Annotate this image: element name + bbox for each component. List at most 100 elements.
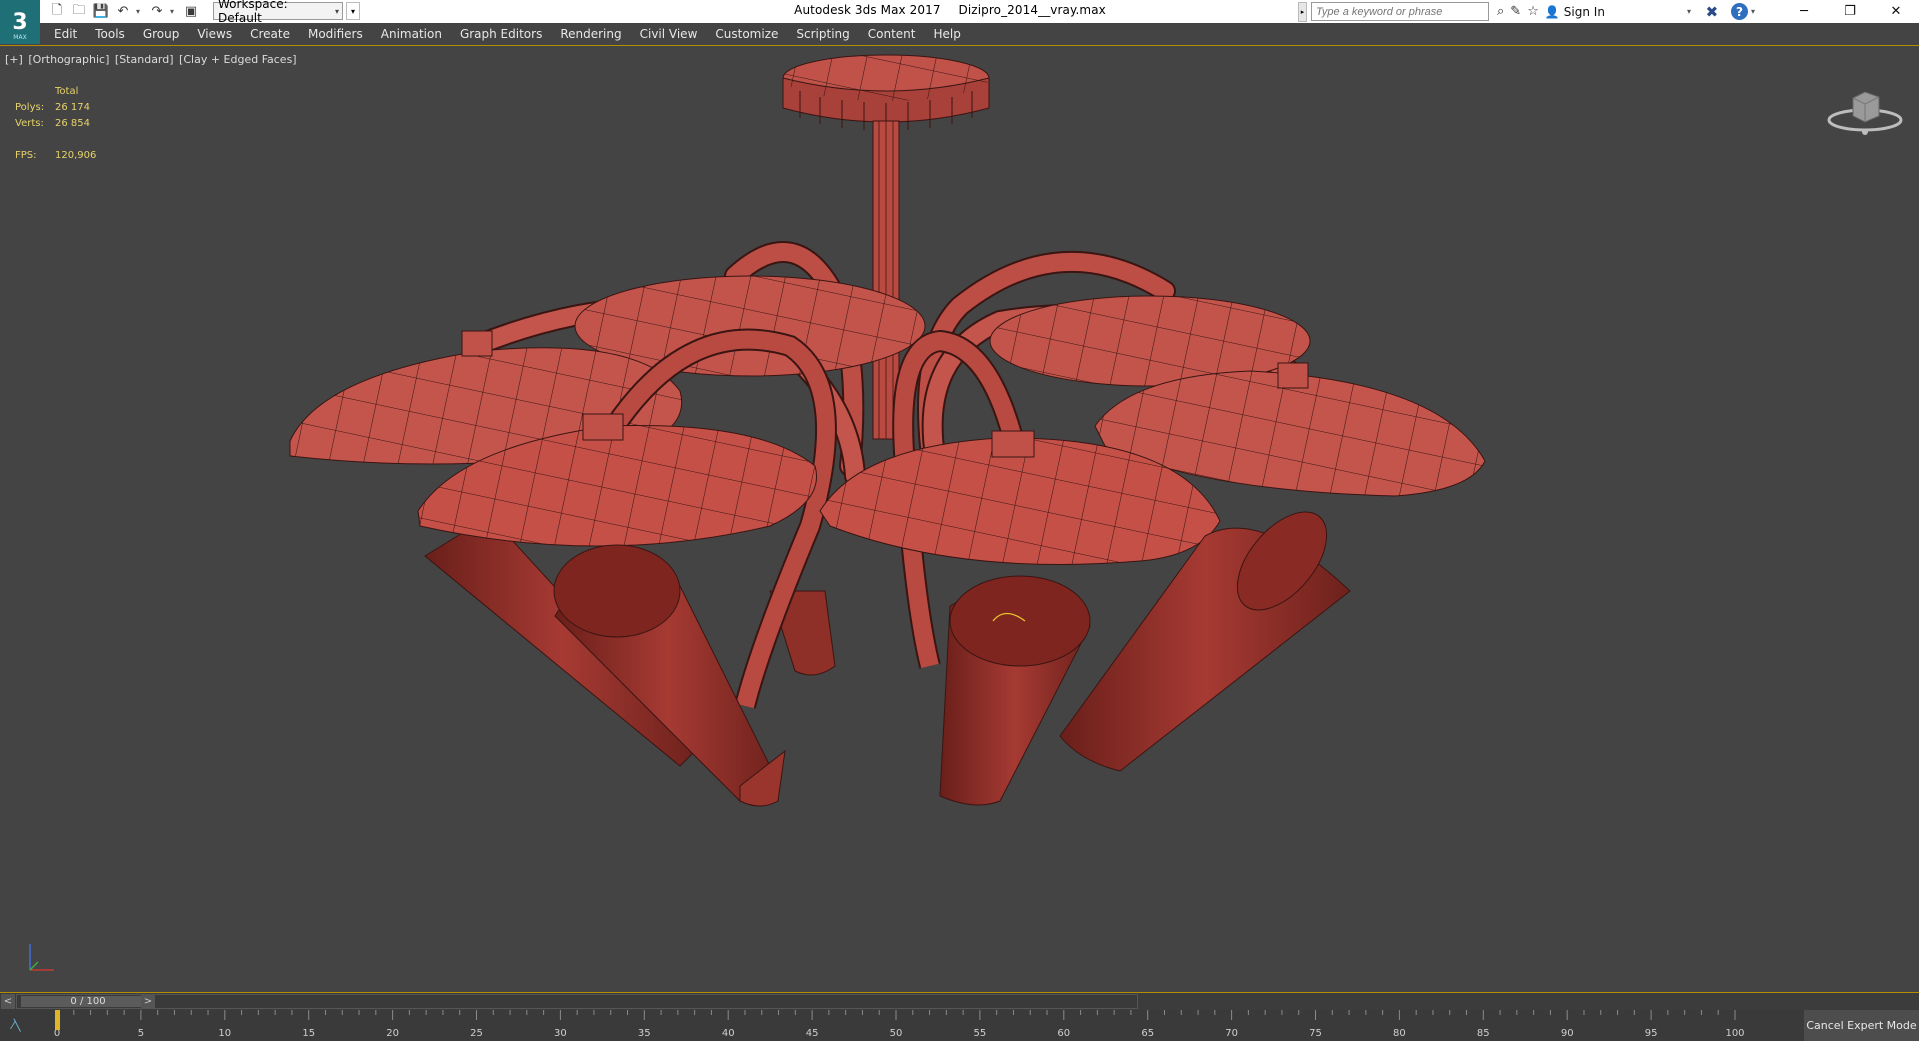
curve-editor-toggle-icon[interactable]: ⁄╲ [0,1010,40,1041]
chevron-down-icon: ▾ [1686,7,1691,16]
app-name: Autodesk 3ds Max 2017 [794,3,941,17]
frame-tick-label: 30 [554,1028,567,1039]
frame-tick-label: 15 [302,1028,315,1039]
frame-tick-label: 85 [1477,1028,1490,1039]
viewport-label[interactable]: [+] [Orthographic] [Standard] [Clay + Ed… [5,53,299,66]
undo-dropdown-icon[interactable]: ▾ [136,7,144,16]
perspective-viewport[interactable]: [+] [Orthographic] [Standard] [Clay + Ed… [0,45,1919,993]
workspace-dropdown[interactable]: Workspace: Default ▾ [213,0,343,25]
time-slider: < 0 / 100 > [0,993,1919,1010]
chandelier-model[interactable] [0,46,1919,992]
help-icon[interactable]: ? [1730,3,1748,20]
exchange-apps-icon[interactable]: ✖ [1703,3,1721,21]
ceiling-canopy [782,54,990,131]
frame-tick-label: 45 [806,1028,819,1039]
frame-tick-label: 65 [1141,1028,1154,1039]
polys-count: 26 174 [55,102,90,113]
frame-tick-label: 95 [1645,1028,1658,1039]
next-frame-button[interactable]: > [141,994,155,1009]
menu-bar: Edit Tools Group Views Create Modifiers … [0,23,1919,46]
menu-edit[interactable]: Edit [54,23,86,45]
infocenter: ▸ ⌕ ✎ ☆ 👤 Sign In ▾ ✖ ? ▾ [1298,1,1755,22]
app-logo-text: 3 [12,9,28,35]
menu-customize[interactable]: Customize [706,23,787,45]
app-logo-subtext: MAX [13,34,27,41]
menu-views[interactable]: Views [188,23,241,45]
menu-group[interactable]: Group [134,23,189,45]
title-bar: 3 MAX 🗋 🗀 💾 ↶ ▾ ↷ ▾ ▣ Workspace: Default… [0,0,1919,44]
frame-tick-label: 10 [218,1028,231,1039]
stats-header: Total [55,86,79,97]
window-controls: ─ ❐ ✕ [1781,0,1919,23]
previous-frame-button[interactable]: < [1,994,15,1009]
frame-tick-label: 35 [638,1028,651,1039]
frame-tick-label: 55 [974,1028,987,1039]
new-file-icon[interactable]: 🗋 [48,3,66,21]
menu-rendering[interactable]: Rendering [551,23,630,45]
time-slider-thumb[interactable]: 0 / 100 [21,996,155,1007]
frame-tick-label: 60 [1057,1028,1070,1039]
binoculars-icon[interactable]: ⌕ [1497,4,1504,19]
time-slider-track[interactable]: 0 / 100 [16,994,1138,1009]
redo-dropdown-icon[interactable]: ▾ [170,7,178,16]
track-bar-ruler[interactable]: 0 5 10 15 20 25 30 35 40 45 50 55 60 65 70 75 80 85 90 95 10… [47,1010,1745,1041]
viewport-shading-menu[interactable]: [Clay + Edged Faces] [179,53,297,66]
polys-label: Polys: [15,102,45,113]
menu-modifiers[interactable]: Modifiers [299,23,372,45]
track-bar: ⁄╲ 0 5 10 15 20 25 30 35 40 45 50 55 60 65 70 75 80 85 90 9… [0,1010,1919,1041]
axis-tripod-icon [29,944,54,971]
menu-content[interactable]: Content [859,23,925,45]
communication-center-icon[interactable]: ✎ [1510,4,1521,19]
customize-qat-icon[interactable]: ▾ [346,2,360,20]
user-icon: 👤 [1544,4,1560,19]
chevron-down-icon: ▾ [334,6,339,16]
menu-animation[interactable]: Animation [372,23,451,45]
expand-search-icon[interactable]: ▸ [1298,1,1307,22]
cancel-expert-mode-button[interactable]: Cancel Expert Mode [1804,1010,1919,1041]
restore-icon[interactable]: ❐ [1827,0,1873,23]
sign-in-label: Sign In [1563,4,1605,19]
viewport-point-of-view-menu[interactable]: [Orthographic] [28,53,109,66]
menu-graph-editors[interactable]: Graph Editors [451,23,551,45]
fps-value: 120,906 [55,150,97,161]
menu-create[interactable]: Create [241,23,299,45]
frame-tick-label: 25 [470,1028,483,1039]
frame-tick-label: 100 [1725,1028,1744,1039]
workspace-label: Workspace: Default [218,0,288,25]
viewcube-icon[interactable] [1825,80,1905,140]
verts-label: Verts: [15,118,44,129]
window-title: Autodesk 3ds Max 2017 Dizipro_2014__vray… [600,3,1300,17]
help-dropdown-icon[interactable]: ▾ [1751,7,1755,16]
menu-scripting[interactable]: Scripting [787,23,858,45]
redo-icon[interactable]: ↷ [148,3,166,21]
menu-tools[interactable]: Tools [86,23,134,45]
undo-icon[interactable]: ↶ [114,3,132,21]
verts-count: 26 854 [55,118,90,129]
sign-in-button[interactable]: 👤 Sign In ▾ [1545,5,1691,19]
open-file-icon[interactable]: 🗀 [70,3,88,21]
file-name: Dizipro_2014__vray.max [958,3,1106,17]
menu-help[interactable]: Help [925,23,970,45]
search-input[interactable] [1311,2,1489,21]
viewport-general-menu[interactable]: [+] [5,53,23,66]
frame-tick-label: 80 [1393,1028,1406,1039]
frame-tick-label: 70 [1225,1028,1238,1039]
project-folder-icon[interactable]: ▣ [182,3,200,21]
viewport-statistics: Total Polys: 26 174 Verts: 26 854 FPS: 120,… [15,84,96,164]
save-file-icon[interactable]: 💾 [92,3,110,21]
current-frame-marker[interactable] [55,1010,60,1030]
minimize-icon[interactable]: ─ [1781,0,1827,23]
app-menu-button[interactable]: 3 MAX [0,0,40,44]
viewport-standard-menu[interactable]: [Standard] [115,53,174,66]
frame-tick-label: 5 [138,1028,144,1039]
close-icon[interactable]: ✕ [1873,0,1919,23]
quick-access-toolbar: 🗋 🗀 💾 ↶ ▾ ↷ ▾ ▣ [48,2,200,21]
frame-tick-label: 90 [1561,1028,1574,1039]
favorites-star-icon[interactable]: ☆ [1527,4,1539,19]
menu-civil-view[interactable]: Civil View [631,23,707,45]
fps-label: FPS: [15,150,37,161]
frame-tick-label: 50 [890,1028,903,1039]
frame-tick-label: 40 [722,1028,735,1039]
frame-tick-label: 20 [386,1028,399,1039]
frame-tick-label: 75 [1309,1028,1322,1039]
